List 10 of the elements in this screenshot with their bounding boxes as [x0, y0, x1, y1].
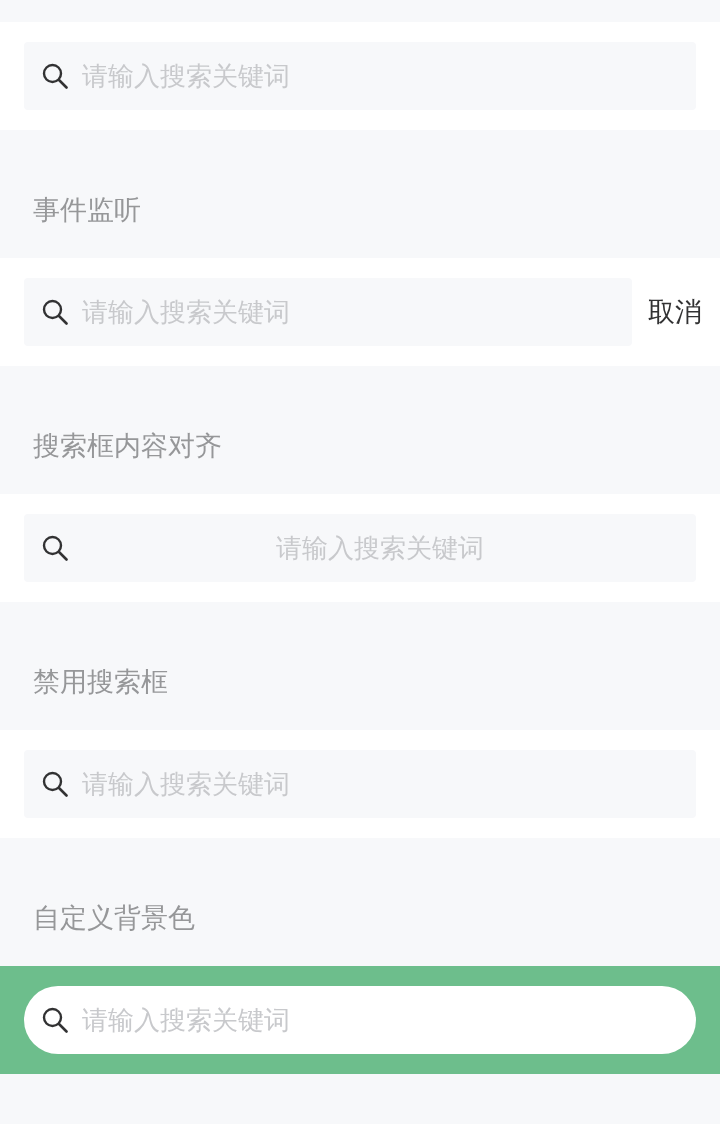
- search-icon: [42, 1007, 68, 1033]
- cancel-button[interactable]: 取消: [632, 294, 702, 330]
- section-title: 搜索框内容对齐: [33, 429, 222, 463]
- search-icon: [42, 535, 68, 561]
- search-icon: [42, 771, 68, 797]
- search-icon: [42, 299, 68, 325]
- section-title: 自定义背景色: [33, 901, 195, 935]
- section-title: 事件监听: [33, 193, 141, 227]
- section-title: 禁用搜索框: [33, 665, 168, 699]
- search-icon: [42, 63, 68, 89]
